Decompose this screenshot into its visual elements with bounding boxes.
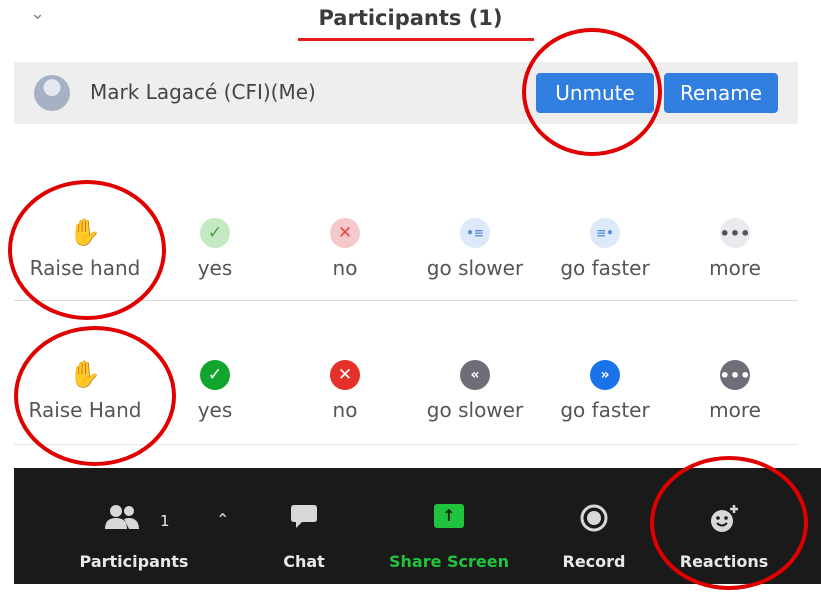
reaction-go-faster[interactable]: » go faster <box>542 332 668 422</box>
share-screen-icon: ↑ <box>434 504 464 528</box>
share-screen-button[interactable]: ↑ Share Screen <box>379 468 519 584</box>
panel-title: Participants (1) <box>318 6 503 30</box>
record-icon <box>580 504 608 532</box>
record-label: Record <box>562 552 626 571</box>
reaction-no[interactable]: ✕ no <box>282 190 408 280</box>
add-reaction-icon <box>711 505 738 532</box>
chat-label: Chat <box>283 552 325 571</box>
record-button[interactable]: Record <box>554 468 634 584</box>
share-screen-label: Share Screen <box>388 552 509 571</box>
reactions-row-light: ✋ Raise hand ✓ yes ✕ no •≡ go slower ≡• … <box>14 190 798 300</box>
more-icon: ••• <box>720 218 750 248</box>
reaction-go-faster[interactable]: ≡• go faster <box>542 190 668 280</box>
reaction-label: Raise hand <box>29 256 141 280</box>
reaction-label: go slower <box>426 398 524 422</box>
reaction-raise-hand[interactable]: ✋ Raise Hand <box>22 332 148 422</box>
more-icon: ••• <box>720 360 750 390</box>
people-icon <box>105 505 139 529</box>
reaction-more[interactable]: ••• more <box>672 332 798 422</box>
check-icon: ✓ <box>200 218 230 248</box>
reaction-raise-hand[interactable]: ✋ Raise hand <box>22 190 148 280</box>
reactions-button[interactable]: Reactions <box>674 468 774 584</box>
reaction-yes[interactable]: ✓ yes <box>152 190 278 280</box>
rewind-icon: « <box>460 360 490 390</box>
reactions-label: Reactions <box>679 552 769 571</box>
divider <box>14 300 798 301</box>
avatar <box>34 75 70 111</box>
reaction-no[interactable]: ✕ no <box>282 332 408 422</box>
participant-row[interactable]: Mark Lagacé (CFI)(Me) Unmute Rename <box>14 62 798 124</box>
participants-button[interactable]: 1 Participants <box>74 468 194 584</box>
hand-icon: ✋ <box>68 218 102 248</box>
reaction-label: more <box>709 256 761 280</box>
title-underline <box>298 38 534 41</box>
meeting-toolbar: 1 Participants ⌃ Chat ↑ Share Screen Rec… <box>14 468 821 584</box>
reaction-label: Raise Hand <box>28 398 142 422</box>
x-icon: ✕ <box>330 360 360 390</box>
check-icon: ✓ <box>200 360 230 390</box>
fast-forward-icon: » <box>590 360 620 390</box>
faster-icon: ≡• <box>590 218 620 248</box>
hand-icon: ✋ <box>68 360 102 390</box>
participant-count: 1 <box>160 512 170 530</box>
reaction-label: more <box>709 398 761 422</box>
participants-label: Participants <box>79 552 189 571</box>
chevron-up-icon[interactable]: ⌃ <box>216 510 229 529</box>
x-icon: ✕ <box>330 218 360 248</box>
reaction-label: go faster <box>560 256 650 280</box>
reaction-go-slower[interactable]: •≡ go slower <box>412 190 538 280</box>
slower-icon: •≡ <box>460 218 490 248</box>
reaction-label: no <box>332 256 358 280</box>
reaction-go-slower[interactable]: « go slower <box>412 332 538 422</box>
reaction-label: no <box>332 398 358 422</box>
rename-button[interactable]: Rename <box>664 73 778 113</box>
unmute-button[interactable]: Unmute <box>536 73 654 113</box>
reaction-yes[interactable]: ✓ yes <box>152 332 278 422</box>
chat-button[interactable]: Chat <box>264 468 344 584</box>
reaction-label: go slower <box>426 256 524 280</box>
chat-icon <box>291 505 317 528</box>
reaction-more[interactable]: ••• more <box>672 190 798 280</box>
reactions-row-solid: ✋ Raise Hand ✓ yes ✕ no « go slower » go… <box>14 332 798 442</box>
reaction-label: yes <box>197 256 233 280</box>
reaction-label: go faster <box>560 398 650 422</box>
divider <box>14 444 798 445</box>
reaction-label: yes <box>197 398 233 422</box>
participant-name: Mark Lagacé (CFI)(Me) <box>90 80 316 104</box>
